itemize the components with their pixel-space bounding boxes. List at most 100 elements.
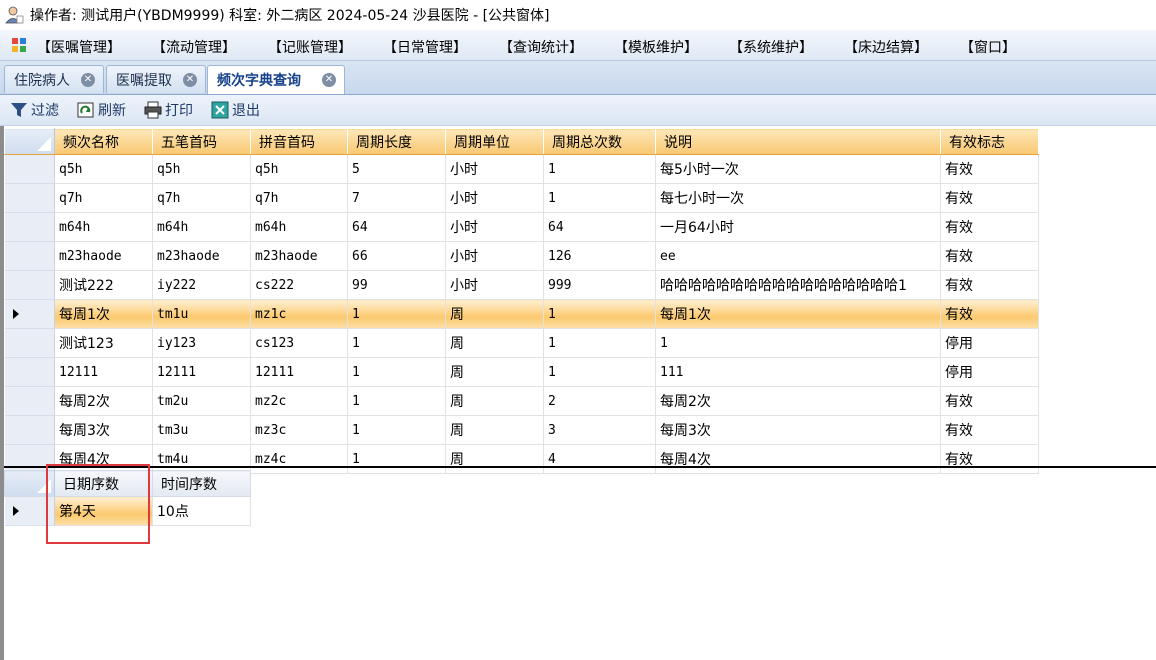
table-cell[interactable]: 小时 <box>445 212 544 242</box>
filter-button[interactable]: 过滤 <box>10 100 59 120</box>
menu-window[interactable]: 【窗口】 <box>960 37 1016 57</box>
table-cell[interactable]: 有效 <box>940 444 1039 474</box>
table-cell[interactable]: 1 <box>347 357 446 387</box>
table-cell[interactable]: 1 <box>347 299 446 329</box>
table-cell[interactable]: 99 <box>347 270 446 300</box>
table-cell[interactable]: 每周3次 <box>54 415 153 445</box>
table-cell[interactable]: 停用 <box>940 357 1039 387</box>
table-cell[interactable]: 66 <box>347 241 446 271</box>
table-cell[interactable]: 5 <box>347 154 446 184</box>
table-cell[interactable]: 1 <box>543 183 656 213</box>
table-cell[interactable]: 1 <box>543 154 656 184</box>
table-cell[interactable]: 哈哈哈哈哈哈哈哈哈哈哈哈哈哈哈哈哈1 <box>655 270 941 300</box>
table-cell[interactable]: 有效 <box>940 299 1039 329</box>
table-cell[interactable]: 小时 <box>445 270 544 300</box>
table-row[interactable]: 测试222 iy222 cs222 99 小时 999 哈哈哈哈哈哈哈哈哈哈哈哈哈哈哈哈哈1… <box>4 270 1039 300</box>
table-cell[interactable]: 1 <box>655 328 941 358</box>
table-row[interactable]: 每周1次 tm1u mz1c 1 周 1 每周1次 有效 <box>4 299 1039 329</box>
row-indicator[interactable] <box>4 212 55 242</box>
table-cell[interactable]: 周 <box>445 328 544 358</box>
menu-daily[interactable]: 【日常管理】 <box>383 37 467 57</box>
table-cell[interactable]: m64h <box>250 212 348 242</box>
table-row[interactable]: 测试123 iy123 cs123 1 周 1 1 停用 <box>4 328 1039 358</box>
col-header-time-index[interactable]: 时间序数 <box>152 470 251 497</box>
table-cell[interactable]: 有效 <box>940 270 1039 300</box>
table-cell[interactable]: 每周3次 <box>655 415 941 445</box>
table-cell[interactable]: mz4c <box>250 444 348 474</box>
menu-orders[interactable]: 【医嘱管理】 <box>37 37 121 57</box>
table-cell[interactable]: 7 <box>347 183 446 213</box>
table-cell[interactable]: q5h <box>54 154 153 184</box>
table-cell[interactable]: 每周2次 <box>54 386 153 416</box>
col-header-cycle-total[interactable]: 周期总次数 <box>543 128 656 155</box>
table-cell[interactable]: 每七小时一次 <box>655 183 941 213</box>
table-cell[interactable]: iy123 <box>152 328 251 358</box>
table-cell[interactable]: 12111 <box>152 357 251 387</box>
table-cell[interactable]: mz2c <box>250 386 348 416</box>
row-indicator[interactable] <box>4 386 55 416</box>
table-cell[interactable]: 3 <box>543 415 656 445</box>
grid-corner[interactable] <box>4 128 55 155</box>
table-row[interactable]: 每周2次 tm2u mz2c 1 周 2 每周2次 有效 <box>4 386 1039 416</box>
row-indicator[interactable] <box>4 328 55 358</box>
col-header-pinyin[interactable]: 拼音首码 <box>250 128 348 155</box>
table-cell[interactable]: 一月64小时 <box>655 212 941 242</box>
table-cell[interactable]: 有效 <box>940 241 1039 271</box>
print-button[interactable]: 打印 <box>144 100 193 120</box>
menu-template[interactable]: 【模板维护】 <box>614 37 698 57</box>
table-cell[interactable]: 每5小时一次 <box>655 154 941 184</box>
table-cell[interactable]: 有效 <box>940 154 1039 184</box>
table-cell[interactable]: 小时 <box>445 154 544 184</box>
table-cell[interactable]: 1 <box>543 328 656 358</box>
table-cell[interactable]: q7h <box>152 183 251 213</box>
close-icon[interactable]: ✕ <box>183 73 197 87</box>
row-indicator[interactable] <box>4 357 55 387</box>
row-indicator[interactable] <box>4 154 55 184</box>
table-cell[interactable]: 1 <box>347 328 446 358</box>
table-cell[interactable]: 10点 <box>152 496 251 526</box>
table-cell[interactable]: 每周1次 <box>54 299 153 329</box>
table-cell[interactable]: 每周2次 <box>655 386 941 416</box>
table-cell[interactable]: ee <box>655 241 941 271</box>
table-cell[interactable]: 12111 <box>250 357 348 387</box>
table-cell[interactable]: m64h <box>54 212 153 242</box>
col-header-name[interactable]: 频次名称 <box>54 128 153 155</box>
menu-settlement[interactable]: 【床边结算】 <box>844 37 928 57</box>
row-indicator[interactable] <box>4 183 55 213</box>
row-indicator[interactable] <box>4 299 55 329</box>
col-header-wubi[interactable]: 五笔首码 <box>152 128 251 155</box>
tab-order-extract[interactable]: 医嘱提取 ✕ <box>106 65 206 93</box>
table-cell[interactable]: iy222 <box>152 270 251 300</box>
grid-splitter[interactable] <box>4 466 1156 468</box>
table-cell[interactable]: 126 <box>543 241 656 271</box>
table-cell[interactable]: 周 <box>445 415 544 445</box>
table-cell[interactable]: m23haode <box>152 241 251 271</box>
table-cell[interactable]: 有效 <box>940 386 1039 416</box>
tab-inpatients[interactable]: 住院病人 ✕ <box>4 65 104 93</box>
table-cell[interactable]: mz3c <box>250 415 348 445</box>
table-cell[interactable]: mz1c <box>250 299 348 329</box>
table-cell[interactable]: tm3u <box>152 415 251 445</box>
table-cell[interactable]: 4 <box>543 444 656 474</box>
table-cell[interactable]: q5h <box>152 154 251 184</box>
col-header-cycle-len[interactable]: 周期长度 <box>347 128 446 155</box>
table-cell[interactable]: 999 <box>543 270 656 300</box>
table-cell[interactable]: cs222 <box>250 270 348 300</box>
table-cell[interactable]: 64 <box>543 212 656 242</box>
row-indicator[interactable] <box>4 415 55 445</box>
table-cell[interactable]: 2 <box>543 386 656 416</box>
table-cell[interactable]: 小时 <box>445 183 544 213</box>
table-cell[interactable]: cs123 <box>250 328 348 358</box>
row-indicator[interactable] <box>4 270 55 300</box>
table-cell[interactable]: 64 <box>347 212 446 242</box>
table-cell[interactable]: tm2u <box>152 386 251 416</box>
table-cell[interactable]: 测试222 <box>54 270 153 300</box>
menu-billing[interactable]: 【记账管理】 <box>268 37 352 57</box>
table-row[interactable]: m64h m64h m64h 64 小时 64 一月64小时 有效 <box>4 212 1039 242</box>
close-icon[interactable]: ✕ <box>322 73 336 87</box>
menu-query[interactable]: 【查询统计】 <box>499 37 583 57</box>
table-row[interactable]: q5h q5h q5h 5 小时 1 每5小时一次 有效 <box>4 154 1039 184</box>
table-cell[interactable]: 12111 <box>54 357 153 387</box>
table-cell[interactable]: 每周4次 <box>655 444 941 474</box>
table-cell[interactable]: q5h <box>250 154 348 184</box>
